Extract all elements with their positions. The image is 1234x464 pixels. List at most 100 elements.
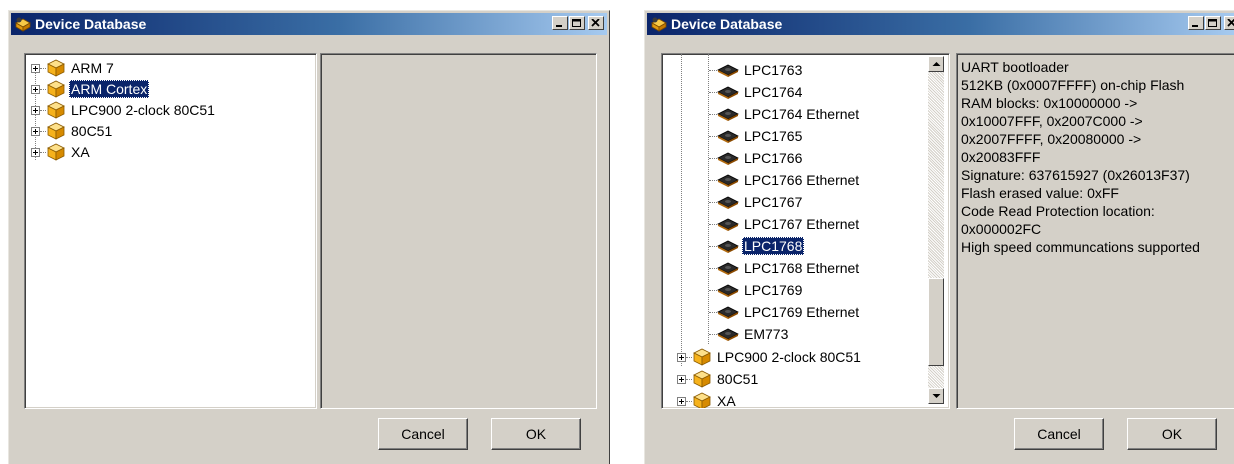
scroll-thumb[interactable] — [928, 278, 944, 366]
tree-node-lpc1767[interactable]: LPC1767 — [709, 191, 804, 213]
maximize-icon — [1208, 19, 1217, 27]
device-database-icon — [651, 17, 667, 32]
info-line: 0x2007FFFF, 0x20080000 -> — [961, 131, 1142, 147]
tree-node-xa[interactable]: XA — [31, 141, 92, 163]
expand-toggle[interactable] — [31, 147, 40, 157]
tree-node-label: LPC1763 — [744, 62, 803, 78]
tree-node-lpc1769-ethernet[interactable]: LPC1769 Ethernet — [709, 301, 861, 323]
expand-toggle[interactable] — [31, 105, 40, 115]
tree-node-em773[interactable]: EM773 — [709, 323, 790, 345]
tree-node-label: LPC1766 Ethernet — [744, 172, 860, 188]
device-tree[interactable]: LPC1763 LPC1764 LPC1764 Ethernet LPC1765… — [661, 53, 950, 409]
tree-node-lpc1768[interactable]: LPC1768 — [709, 235, 805, 257]
scroll-up-button[interactable] — [928, 56, 944, 72]
expand-toggle[interactable] — [677, 352, 686, 362]
tree-node-lpc1763[interactable]: LPC1763 — [709, 59, 804, 81]
close-icon — [1227, 19, 1234, 27]
info-line: 0x000002FC — [961, 221, 1042, 237]
minimize-icon — [556, 25, 562, 27]
expand-toggle[interactable] — [677, 396, 686, 406]
device-database-icon — [15, 17, 31, 32]
expand-toggle[interactable] — [677, 374, 686, 384]
tree-node-label: 80C51 — [717, 371, 759, 387]
arrow-up-icon — [932, 62, 941, 66]
tree-node-lpc1764[interactable]: LPC1764 — [709, 81, 804, 103]
device-family-icon — [693, 348, 711, 366]
maximize-button[interactable] — [1205, 16, 1221, 30]
tree-node-label: EM773 — [744, 326, 789, 342]
tree-node-label: LPC1767 Ethernet — [744, 216, 860, 232]
device-tree[interactable]: ARM 7 ARM Cortex LPC900 2-clock 80C51 80… — [24, 53, 317, 409]
chip-icon — [717, 152, 739, 165]
tree-node-lpc1765[interactable]: LPC1765 — [709, 125, 804, 147]
info-line: Code Read Protection location: — [961, 203, 1155, 219]
window-title: Device Database — [35, 16, 147, 32]
chip-icon — [717, 284, 739, 297]
chip-icon — [717, 240, 739, 253]
close-button[interactable] — [588, 16, 604, 30]
chip-icon — [717, 86, 739, 99]
chip-icon — [717, 196, 739, 209]
info-line: RAM blocks: 0x10000000 -> — [961, 95, 1138, 111]
tree-node-lpc1764-ethernet[interactable]: LPC1764 Ethernet — [709, 103, 861, 125]
tree-node-lpc900[interactable]: LPC900 2-clock 80C51 — [31, 99, 217, 121]
arrow-down-icon — [932, 394, 941, 398]
tree-node-label: LPC1768 Ethernet — [744, 260, 860, 276]
minimize-button[interactable] — [1188, 16, 1204, 30]
info-line: Flash erased value: 0xFF — [961, 185, 1119, 201]
tree-node-arm7[interactable]: ARM 7 — [31, 57, 116, 79]
tree-node-label: XA — [71, 144, 90, 160]
expand-toggle[interactable] — [31, 84, 40, 94]
tree-node-lpc900[interactable]: LPC900 2-clock 80C51 — [677, 346, 863, 368]
tree-node-label: LPC1768 — [742, 237, 805, 255]
cancel-button[interactable]: Cancel — [1014, 418, 1104, 450]
close-button[interactable] — [1224, 16, 1234, 30]
tree-node-label: XA — [717, 393, 736, 409]
chip-icon — [717, 218, 739, 231]
tree-node-label: LPC900 2-clock 80C51 — [717, 349, 861, 365]
tree-node-label: LPC1766 — [744, 150, 803, 166]
device-family-icon — [47, 101, 65, 119]
chip-icon — [717, 64, 739, 77]
device-family-icon — [47, 143, 65, 161]
tree-node-label: ARM Cortex — [69, 80, 150, 98]
tree-node-label: LPC900 2-clock 80C51 — [71, 102, 215, 118]
tree-node-80c51[interactable]: 80C51 — [31, 120, 114, 142]
tree-node-lpc1766[interactable]: LPC1766 — [709, 147, 804, 169]
tree-node-label: 80C51 — [71, 123, 113, 139]
device-description: UART bootloader 512KB (0x0007FFFF) on-ch… — [961, 58, 1230, 256]
tree-node-lpc1766-ethernet[interactable]: LPC1766 Ethernet — [709, 169, 861, 191]
maximize-button[interactable] — [569, 16, 585, 30]
info-line: Signature: 637615927 (0x26013F37) — [961, 167, 1190, 183]
device-family-icon — [47, 122, 65, 140]
tree-node-label: LPC1764 — [744, 84, 803, 100]
chip-icon — [717, 108, 739, 121]
ok-button[interactable]: OK — [491, 418, 581, 450]
tree-node-80c51[interactable]: 80C51 — [677, 368, 760, 390]
expand-toggle[interactable] — [31, 63, 40, 73]
ok-button[interactable]: OK — [1127, 418, 1217, 450]
tree-node-lpc1769[interactable]: LPC1769 — [709, 279, 804, 301]
chip-icon — [717, 262, 739, 275]
minimize-button[interactable] — [552, 16, 568, 30]
close-icon — [591, 19, 600, 27]
title-bar[interactable]: Device Database — [647, 13, 1234, 35]
cancel-button[interactable]: Cancel — [378, 418, 468, 450]
tree-node-arm-cortex[interactable]: ARM Cortex — [31, 78, 150, 100]
tree-scrollbar[interactable] — [928, 56, 944, 404]
window-title: Device Database — [671, 16, 783, 32]
device-info-panel: UART bootloader 512KB (0x0007FFFF) on-ch… — [956, 53, 1234, 409]
device-info-panel — [320, 53, 597, 409]
expand-toggle[interactable] — [31, 126, 40, 136]
tree-node-lpc1768-ethernet[interactable]: LPC1768 Ethernet — [709, 257, 861, 279]
device-database-window-1: Device Database ARM 7 ARM Cortex LPC900 … — [8, 10, 610, 464]
info-line: UART bootloader — [961, 59, 1069, 75]
scroll-down-button[interactable] — [928, 388, 944, 404]
info-line: 0x20083FFF — [961, 149, 1041, 165]
title-bar[interactable]: Device Database — [11, 13, 607, 35]
tree-node-xa[interactable]: XA — [677, 390, 738, 409]
tree-node-label: LPC1764 Ethernet — [744, 106, 860, 122]
device-family-icon — [693, 370, 711, 388]
device-family-icon — [47, 59, 65, 77]
tree-node-lpc1767-ethernet[interactable]: LPC1767 Ethernet — [709, 213, 861, 235]
